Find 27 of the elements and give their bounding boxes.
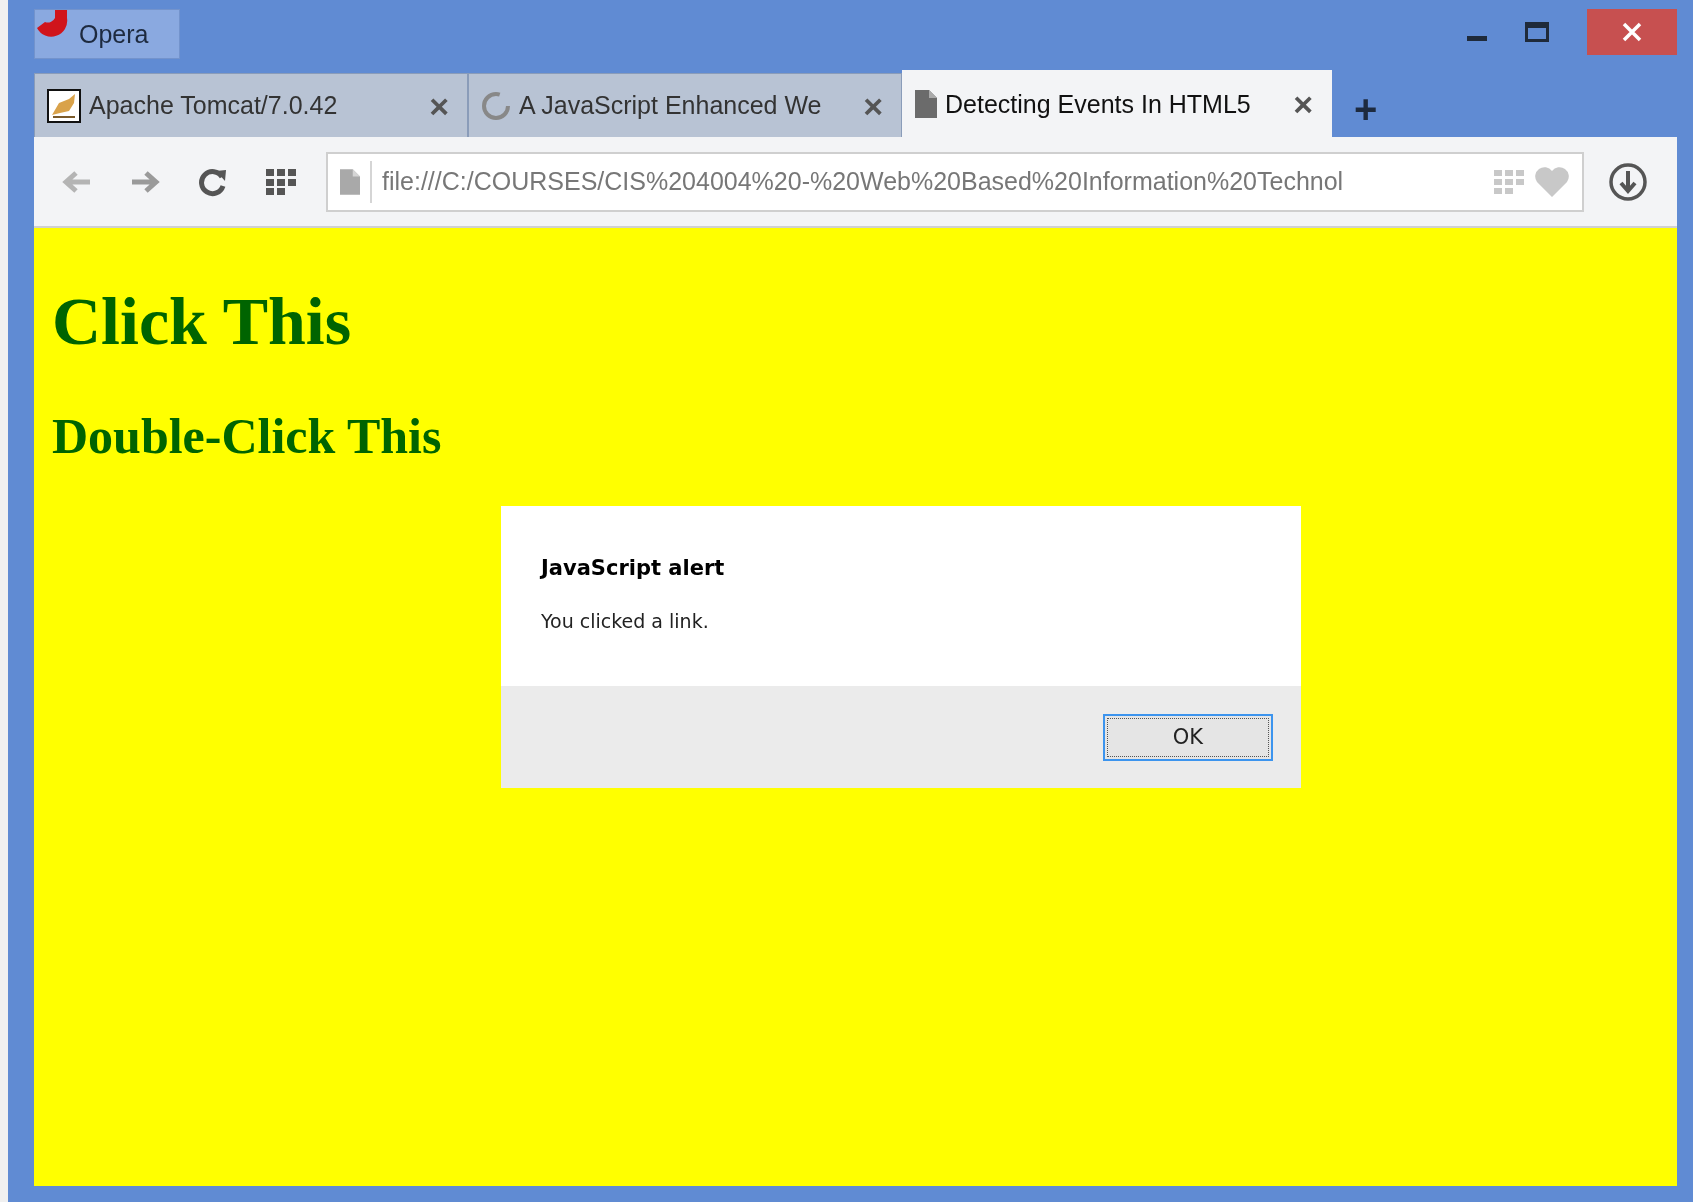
tab-title: A JavaScript Enhanced We: [519, 91, 823, 120]
app-menu-button[interactable]: Opera: [34, 9, 180, 59]
tab-title: Apache Tomcat/7.0.42: [89, 91, 339, 120]
alert-message: You clicked a link.: [541, 610, 710, 632]
tab-title: Detecting Events In HTML5: [945, 89, 1252, 119]
browser-tab[interactable]: Detecting Events In HTML5 ×: [902, 70, 1332, 137]
new-tab-button[interactable]: +: [1354, 89, 1378, 129]
minimize-icon[interactable]: [1467, 36, 1487, 42]
reload-icon[interactable]: [198, 166, 228, 197]
page-heading: Click This: [52, 282, 353, 361]
page-subheading: Double-Click This: [52, 407, 443, 465]
page-icon: [340, 168, 360, 195]
download-icon[interactable]: [1608, 161, 1648, 202]
page-icon: [915, 90, 937, 118]
close-button[interactable]: [1587, 9, 1677, 55]
close-tab-button[interactable]: ×: [1293, 87, 1313, 121]
close-tab-button[interactable]: ×: [863, 88, 883, 123]
browser-tab[interactable]: Apache Tomcat/7.0.42 ×: [34, 73, 468, 137]
browser-tab[interactable]: A JavaScript Enhanced We ×: [468, 73, 902, 137]
maximize-icon[interactable]: [1525, 22, 1549, 42]
ok-button[interactable]: OK: [1103, 713, 1273, 761]
alert-title: JavaScript alert: [541, 556, 726, 580]
grid-icon[interactable]: [266, 168, 296, 195]
forward-icon[interactable]: [130, 169, 160, 194]
close-tab-button[interactable]: ×: [429, 88, 449, 123]
loading-icon: [481, 90, 511, 121]
close-icon: [1621, 21, 1643, 43]
